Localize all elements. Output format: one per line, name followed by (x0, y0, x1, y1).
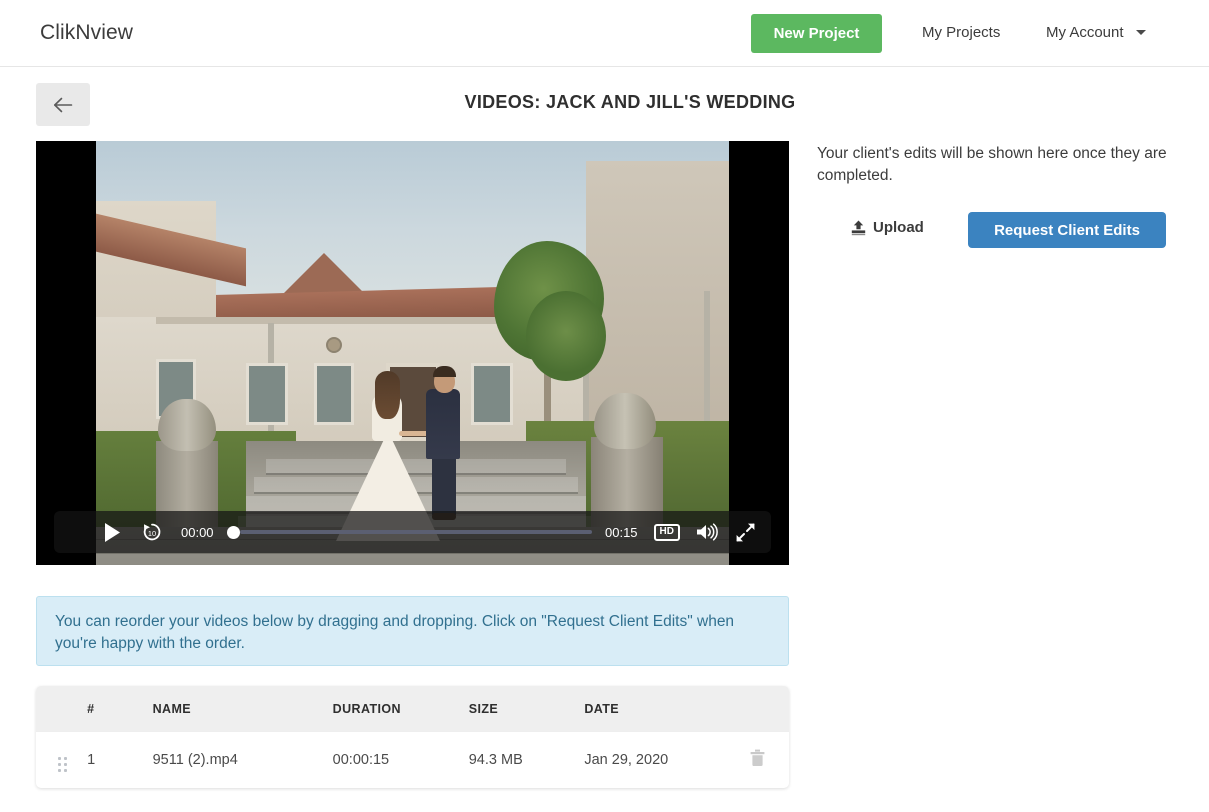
video-bride-hair (375, 371, 400, 419)
table-header-row: # NAME DURATION SIZE DATE (36, 686, 789, 732)
progress-track (239, 530, 592, 534)
table-header-delete (728, 686, 789, 732)
page-title: VIDEOS: JACK AND JILL'S WEDDING (464, 92, 796, 112)
reorder-info-banner: You can reorder your videos below by dra… (36, 596, 789, 666)
row-date: Jan 29, 2020 (584, 731, 728, 788)
current-time-label: 00:00 (181, 524, 214, 540)
progress-knob[interactable] (226, 526, 240, 539)
top-navbar: ClikNview New Project My Projects My Acc… (0, 0, 1209, 67)
svg-text:10: 10 (148, 529, 156, 538)
table-header-num: # (87, 702, 95, 716)
client-edits-message: Your client's edits will be shown here o… (817, 145, 1167, 184)
nav-my-account[interactable]: My Account (1046, 24, 1146, 41)
video-groom-legs (432, 453, 456, 515)
delete-video-button[interactable] (750, 749, 765, 767)
table-header-name: NAME (152, 702, 192, 716)
upload-label: Upload (873, 219, 924, 236)
upload-button[interactable]: Upload (851, 219, 924, 236)
nav-my-projects[interactable]: My Projects (922, 24, 1000, 41)
video-groom-hair (433, 366, 456, 377)
video-plaza-seam (96, 553, 729, 554)
video-tree-canopy-lower (526, 291, 606, 381)
fullscreen-icon (736, 523, 755, 541)
row-drag-cell[interactable] (36, 731, 88, 788)
row-num: 1 (87, 731, 153, 788)
video-window-4 (471, 363, 513, 425)
rewind-10-icon: 10 (143, 523, 161, 541)
rewind-10-button[interactable]: 10 (141, 521, 163, 543)
table-header-duration: DURATION (332, 702, 401, 716)
upload-icon (851, 220, 866, 235)
total-time-label: 00:15 (605, 524, 638, 540)
drag-handle-icon[interactable] (58, 757, 67, 772)
trash-icon (750, 749, 765, 766)
row-delete-cell[interactable] (727, 731, 789, 788)
play-icon (105, 522, 120, 542)
table-header-date: DATE (584, 702, 620, 716)
video-urn-right (594, 393, 656, 449)
videos-table: # NAME DURATION SIZE DATE 1 9511 (2).mp4… (36, 686, 789, 788)
video-frame (96, 141, 729, 565)
video-player[interactable]: 10 00:00 00:15 HD (36, 141, 789, 565)
video-groom-suit (426, 389, 460, 459)
video-window-3 (314, 363, 354, 425)
chevron-down-icon (1135, 29, 1146, 35)
nav-my-account-label: My Account (1046, 24, 1124, 41)
volume-button[interactable] (696, 523, 718, 541)
video-window-2 (246, 363, 288, 425)
video-controls-bar: 10 00:00 00:15 HD (54, 511, 771, 553)
volume-icon (697, 523, 718, 541)
play-button[interactable] (104, 522, 121, 542)
video-urn-left (158, 399, 216, 451)
progress-bar[interactable] (226, 525, 592, 539)
new-project-button[interactable]: New Project (751, 14, 882, 53)
table-row[interactable]: 1 9511 (2).mp4 00:00:15 94.3 MB Jan 29, … (36, 731, 789, 788)
row-name: 9511 (2).mp4 (152, 731, 333, 788)
row-duration: 00:00:15 (332, 731, 469, 788)
request-client-edits-button[interactable]: Request Client Edits (968, 212, 1166, 248)
row-size: 94.3 MB (468, 731, 585, 788)
quality-hd-button[interactable]: HD (653, 523, 680, 541)
table-header-handle (36, 686, 87, 732)
fullscreen-button[interactable] (736, 523, 755, 542)
video-wall-lamp (326, 337, 342, 353)
app-brand[interactable]: ClikNview (40, 21, 133, 45)
table-header-size: SIZE (468, 702, 499, 716)
